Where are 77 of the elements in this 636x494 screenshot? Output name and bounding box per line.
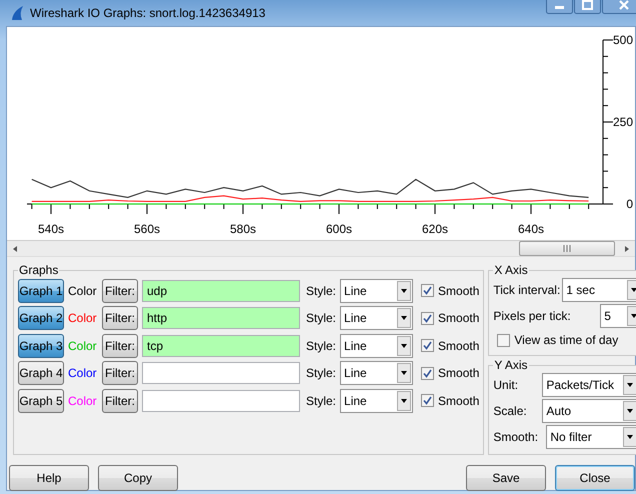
filter-button[interactable]: Filter: (102, 334, 138, 358)
checkbox[interactable] (421, 284, 434, 298)
axis-tick-label: 560s (134, 222, 160, 236)
style-label: Style: (306, 338, 336, 353)
axis-tick-label: 540s (38, 222, 64, 236)
style-dropdown[interactable]: Line (340, 388, 414, 413)
axis-tick-label: 580s (230, 222, 256, 236)
filter-field[interactable]: http (142, 307, 300, 330)
horizontal-scrollbar[interactable] (7, 241, 635, 257)
style-label: Style: (306, 311, 336, 326)
checkbox[interactable] (497, 334, 510, 346)
dialog-button[interactable]: Help (9, 465, 89, 491)
tick-interval-dropdown[interactable]: 1 sec (562, 278, 636, 302)
smooth-label: Smooth (438, 366, 480, 380)
filter-field[interactable] (142, 390, 300, 412)
checkbox[interactable] (421, 339, 434, 352)
scale-label: Scale: (493, 404, 527, 418)
color-label[interactable]: Color (68, 284, 98, 298)
dialog-button[interactable]: Save (466, 465, 546, 491)
scroll-left-icon[interactable] (11, 244, 19, 252)
smooth-label: Smooth (438, 311, 480, 326)
group-title: Y Axis (493, 358, 529, 372)
dropdown-arrow-icon[interactable] (623, 375, 636, 395)
pixels-per-tick-dropdown[interactable]: 5 (600, 304, 636, 328)
dialog-button[interactable]: Close (555, 465, 635, 491)
window-title: Wireshark IO Graphs: snort.log.1423634913 (30, 6, 266, 20)
scroll-right-icon[interactable] (623, 244, 631, 252)
filter-field[interactable]: tcp (142, 334, 300, 357)
checkbox[interactable] (421, 394, 434, 408)
graph-toggle-button[interactable]: Graph 2 (18, 306, 64, 330)
smooth-dropdown[interactable]: No filter (546, 425, 636, 449)
axis-tick-label: 600s (326, 222, 352, 236)
axis-tick-label: 0 (626, 197, 633, 211)
pixels-per-tick-label: Pixels per tick: (493, 309, 571, 323)
tick-interval-label: Tick interval: (493, 283, 560, 297)
filter-button[interactable]: Filter: (102, 278, 138, 303)
style-dropdown[interactable]: Line (340, 361, 414, 386)
filter-button[interactable]: Filter: (102, 306, 138, 330)
checkbox[interactable] (421, 366, 434, 380)
style-label: Style: (306, 284, 336, 298)
group-title: X Axis (493, 263, 529, 277)
color-label[interactable]: Color (68, 366, 98, 380)
graph-toggle-button[interactable]: Graph 5 (18, 388, 64, 413)
minimize-icon[interactable] (546, 0, 573, 14)
unit-label: Unit: (493, 378, 518, 392)
style-label: Style: (306, 394, 336, 408)
smooth-label: Smooth (438, 284, 480, 298)
graph-toggle-button[interactable]: Graph 4 (18, 361, 64, 386)
filter-field[interactable]: udp (142, 280, 300, 302)
scale-dropdown[interactable]: Auto (542, 399, 636, 423)
group-title: Graphs (18, 263, 60, 277)
graph-toggle-button[interactable]: Graph 3 (18, 334, 64, 358)
axis-tick-label: 500 (612, 33, 633, 47)
smooth-label: Smooth: (493, 430, 538, 444)
style-dropdown[interactable]: Line (340, 334, 414, 358)
color-label[interactable]: Color (68, 311, 98, 326)
dropdown-arrow-icon[interactable] (623, 427, 636, 447)
filter-button[interactable]: Filter: (102, 388, 138, 413)
dialog-button[interactable]: Copy (98, 465, 178, 491)
filter-field[interactable] (142, 362, 300, 384)
style-dropdown[interactable]: Line (340, 278, 414, 303)
checkbox[interactable] (421, 312, 434, 325)
axis-tick-label: 640s (518, 222, 544, 236)
scroll-thumb[interactable] (519, 241, 615, 256)
graph-toggle-button[interactable]: Graph 1 (18, 278, 64, 303)
time-of-day-label: View as time of day (514, 333, 618, 347)
maximize-icon[interactable] (574, 0, 601, 14)
style-label: Style: (306, 366, 336, 380)
smooth-label: Smooth (438, 394, 480, 408)
axis-tick-label: 250 (612, 115, 633, 129)
dropdown-arrow-icon[interactable] (623, 401, 636, 421)
app-icon (10, 5, 24, 21)
axis-tick-label: 620s (422, 222, 448, 236)
style-dropdown[interactable]: Line (340, 306, 414, 330)
smooth-label: Smooth (438, 338, 480, 353)
unit-dropdown[interactable]: Packets/Tick (542, 373, 636, 397)
filter-button[interactable]: Filter: (102, 361, 138, 386)
